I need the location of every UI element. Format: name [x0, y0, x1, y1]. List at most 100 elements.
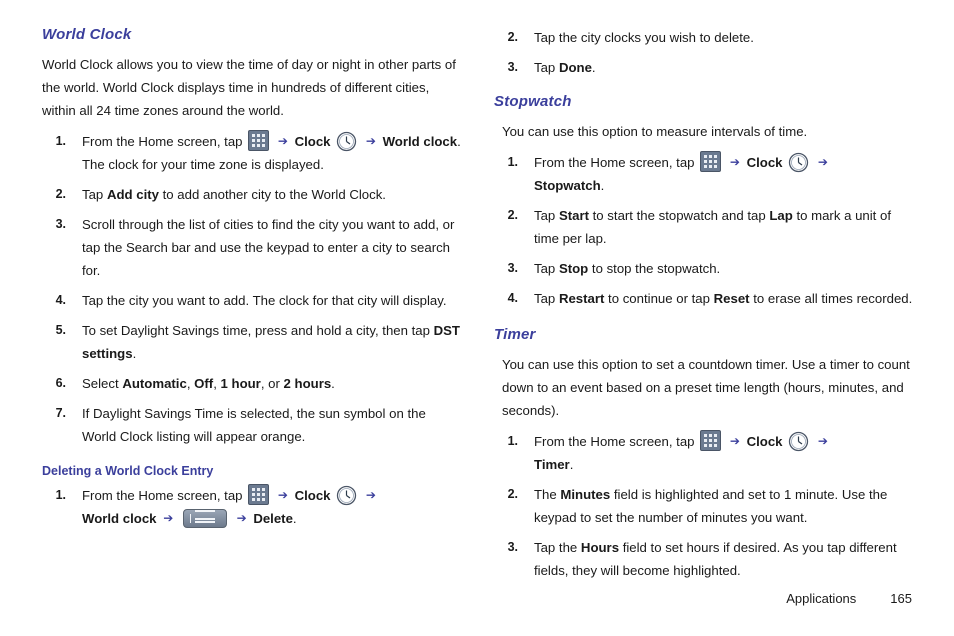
- arrow-icon: ➔: [817, 155, 828, 169]
- step-text: If Daylight Savings Time is selected, th…: [82, 406, 426, 444]
- world-clock-steps: 1. From the Home screen, tap ➔ Clock ➔ W…: [42, 130, 462, 448]
- step-number: 2.: [55, 187, 66, 201]
- step-number: 3.: [507, 261, 518, 275]
- subsection-title-deleting-world-clock-entry: Deleting a World Clock Entry: [42, 464, 214, 478]
- arrow-icon: ➔: [729, 155, 740, 169]
- step-number: 2.: [507, 208, 518, 222]
- arrow-icon: ➔: [729, 434, 740, 448]
- footer-section-label: Applications: [786, 591, 857, 606]
- list-item: 1. From the Home screen, tap ➔ Clock: [42, 130, 462, 176]
- arrow-icon: ➔: [163, 511, 174, 525]
- step-text: Tap the Hours field to set hours if desi…: [534, 540, 897, 578]
- list-item: 3. Scroll through the list of cities to …: [42, 213, 462, 282]
- step-bold-stopwatch: Stopwatch: [534, 178, 601, 193]
- list-item: 4. Tap Restart to continue or tap Reset …: [494, 287, 914, 310]
- step-number: 4.: [507, 291, 518, 305]
- step-text: Tap the city clocks you wish to delete.: [534, 30, 754, 45]
- step-bold-delete: Delete: [253, 511, 293, 526]
- step-number: 1.: [55, 134, 66, 148]
- step-bold-clock: Clock: [294, 134, 331, 149]
- step-text: From the Home screen, tap ➔ Clock: [534, 430, 831, 472]
- list-item: 7. If Daylight Savings Time is selected,…: [42, 402, 462, 448]
- apps-grid-icon: [248, 484, 270, 505]
- apps-grid-icon: [700, 151, 722, 172]
- clock-icon: [336, 485, 357, 506]
- step-text: From the Home screen, tap ➔ Clock: [82, 484, 379, 528]
- step-number: 2.: [507, 30, 518, 44]
- arrow-icon: ➔: [365, 134, 376, 148]
- list-item: 3. Tap the Hours field to set hours if d…: [494, 536, 914, 582]
- timer-intro: You can use this option to set a countdo…: [502, 357, 910, 418]
- step-number: 2.: [507, 487, 518, 501]
- step-text: Tap Start to start the stopwatch and tap…: [534, 208, 891, 246]
- step-number: 3.: [507, 60, 518, 74]
- step-number: 7.: [55, 406, 66, 420]
- step-text: Tap Done.: [534, 60, 596, 75]
- step-bold: Done: [558, 60, 592, 75]
- step-bold: Add city: [106, 187, 159, 202]
- step-text: From the Home screen, tap ➔ Clock: [534, 151, 831, 193]
- list-item: 2. The Minutes field is highlighted and …: [494, 483, 914, 529]
- clock-icon: [788, 152, 809, 173]
- right-column: 2. Tap the city clocks you wish to delet…: [494, 26, 914, 589]
- list-item: 2. Tap the city clocks you wish to delet…: [494, 26, 914, 49]
- list-item: 5. To set Daylight Savings time, press a…: [42, 319, 462, 365]
- list-item: 1. From the Home screen, tap ➔ Clock: [494, 430, 914, 476]
- step-text: From the Home screen, tap ➔ Clock: [82, 130, 461, 172]
- list-item: 4. Tap the city you want to add. The clo…: [42, 289, 462, 312]
- menu-key-icon: [182, 509, 227, 528]
- step-text: Select Automatic, Off, 1 hour, or 2 hour…: [82, 376, 335, 391]
- step-bold-clock: Clock: [294, 488, 331, 503]
- timer-steps: 1. From the Home screen, tap ➔ Clock ➔ T…: [494, 430, 914, 582]
- step-number: 1.: [507, 434, 518, 448]
- step-number: 6.: [55, 376, 66, 390]
- step-text: Tap Stop to stop the stopwatch.: [534, 261, 721, 276]
- step-text-pre: From the Home screen, tap: [82, 134, 243, 149]
- list-item: 3. Tap Done.: [494, 56, 914, 79]
- arrow-icon: ➔: [277, 488, 288, 502]
- document-page: World Clock World Clock allows you to vi…: [0, 0, 954, 636]
- step-number: 4.: [55, 293, 66, 307]
- step-number: 1.: [507, 155, 518, 169]
- stopwatch-steps: 1. From the Home screen, tap ➔ Clock ➔ S…: [494, 151, 914, 310]
- step-number: 1.: [55, 488, 66, 502]
- clock-icon: [788, 431, 809, 452]
- step-bold-clock: Clock: [746, 434, 783, 449]
- step-text: Scroll through the list of cities to fin…: [82, 217, 455, 278]
- list-item: 2. Tap Add city to add another city to t…: [42, 183, 462, 206]
- step-text: The Minutes field is highlighted and set…: [534, 487, 888, 525]
- step-number: 3.: [55, 217, 66, 231]
- step-bold-clock: Clock: [746, 155, 783, 170]
- step-text: Tap Restart to continue or tap Reset to …: [534, 291, 913, 306]
- footer-page-number: 165: [890, 591, 912, 606]
- step-bold-world-clock: World clock: [382, 134, 458, 149]
- left-column: World Clock World Clock allows you to vi…: [42, 26, 462, 537]
- arrow-icon: ➔: [236, 511, 247, 525]
- list-item: 1. From the Home screen, tap ➔ Clock: [42, 484, 462, 530]
- step-bold-world-clock: World clock: [82, 511, 157, 526]
- arrow-icon: ➔: [365, 488, 376, 502]
- step-number: 3.: [507, 540, 518, 554]
- section-title-timer: Timer: [494, 326, 536, 343]
- list-item: 6. Select Automatic, Off, 1 hour, or 2 h…: [42, 372, 462, 395]
- apps-grid-icon: [248, 130, 270, 151]
- apps-grid-icon: [700, 430, 722, 451]
- continued-steps: 2. Tap the city clocks you wish to delet…: [494, 26, 914, 79]
- stopwatch-intro: You can use this option to measure inter…: [502, 124, 808, 139]
- list-item: 2. Tap Start to start the stopwatch and …: [494, 204, 914, 250]
- arrow-icon: ➔: [817, 434, 828, 448]
- list-item: 1. From the Home screen, tap ➔ Clock: [494, 151, 914, 197]
- section-title-stopwatch: Stopwatch: [494, 93, 572, 110]
- section-title-world-clock: World Clock: [42, 26, 132, 43]
- clock-icon: [336, 131, 357, 152]
- step-text: Tap the city you want to add. The clock …: [82, 293, 447, 308]
- world-clock-intro: World Clock allows you to view the time …: [42, 57, 456, 118]
- step-number: 5.: [55, 323, 66, 337]
- list-item: 3. Tap Stop to stop the stopwatch.: [494, 257, 914, 280]
- step-bold-timer: Timer: [534, 457, 570, 472]
- arrow-icon: ➔: [277, 134, 288, 148]
- deleting-world-clock-steps: 1. From the Home screen, tap ➔ Clock ➔ W…: [42, 484, 462, 530]
- page-footer: Applications 165: [786, 591, 912, 606]
- step-text: Tap Add city to add another city to the …: [82, 187, 386, 202]
- step-text: To set Daylight Savings time, press and …: [82, 323, 460, 361]
